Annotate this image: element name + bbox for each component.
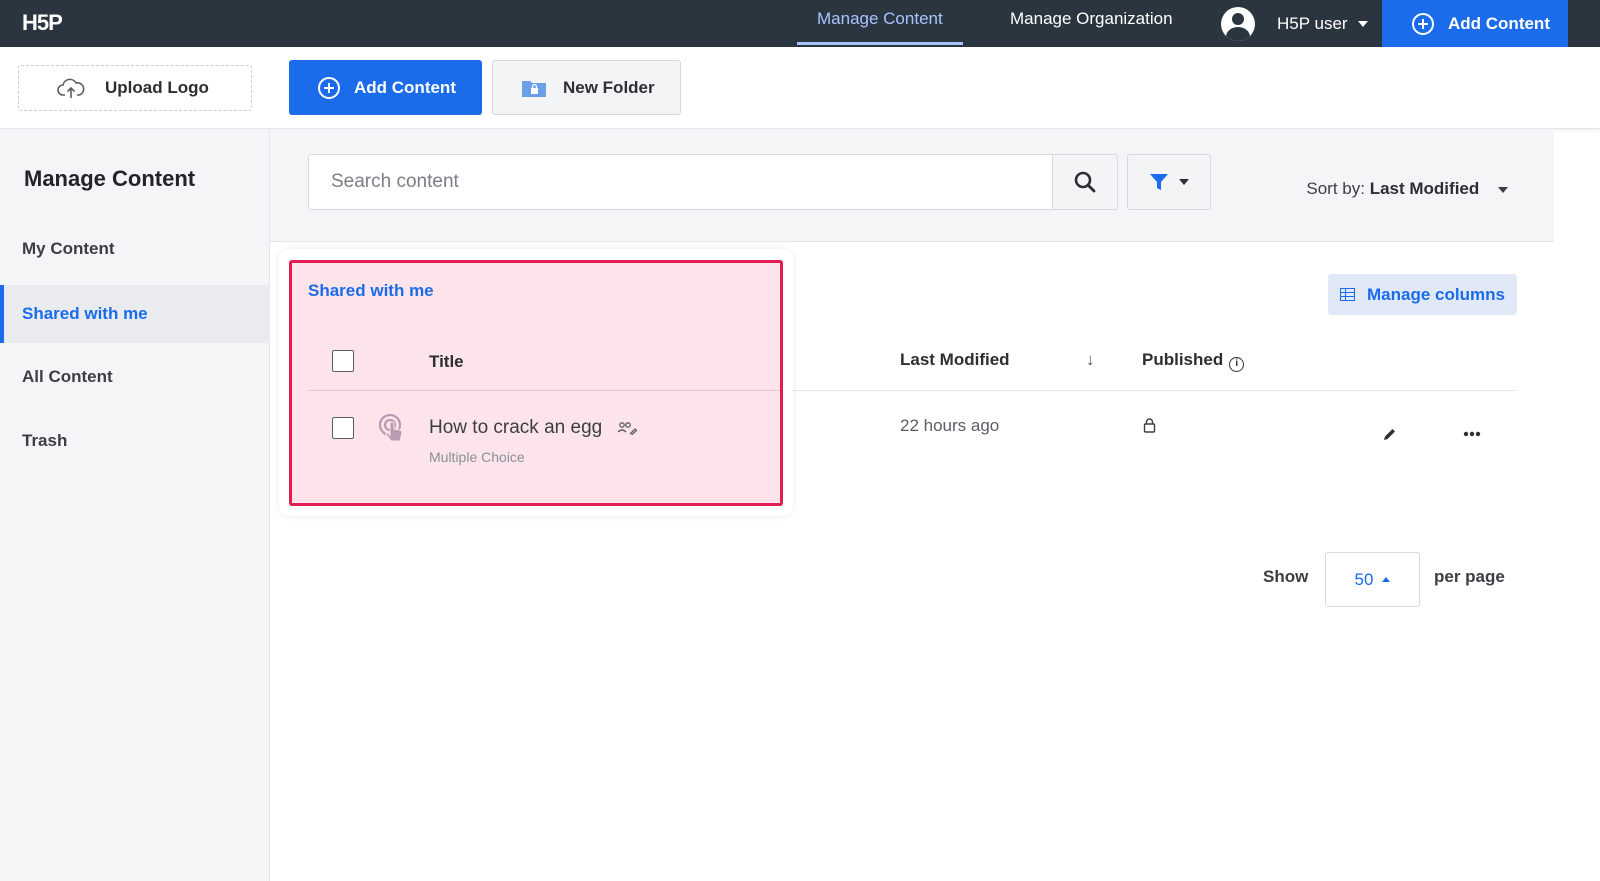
- sidebar-title: Manage Content: [24, 166, 196, 191]
- top-add-content-label: Add Content: [1448, 13, 1550, 33]
- chevron-up-icon: [1382, 577, 1391, 582]
- column-header-last-modified[interactable]: Last Modified: [900, 350, 1010, 370]
- popup-divider: [308, 390, 780, 391]
- filter-funnel-icon: [1150, 174, 1168, 190]
- chevron-down-icon: [1498, 186, 1508, 193]
- nav-manage-content[interactable]: Manage Content: [797, 0, 963, 47]
- show-label: Show: [1263, 567, 1309, 586]
- content-title-text: How to crack an egg: [429, 417, 603, 438]
- h5p-logo[interactable]: H5P: [22, 8, 63, 38]
- search-button[interactable]: [1052, 154, 1118, 210]
- search-input[interactable]: [308, 154, 1053, 210]
- new-folder-label: New Folder: [563, 77, 655, 97]
- more-options-icon[interactable]: [1463, 431, 1481, 437]
- chevron-down-icon: [1357, 20, 1368, 27]
- upload-logo-label: Upload Logo: [105, 78, 209, 97]
- column-header-published: Published i: [1142, 350, 1245, 372]
- folder-lock-icon: [522, 80, 546, 97]
- new-folder-button[interactable]: New Folder: [492, 60, 681, 115]
- sidebar-item-all-content[interactable]: All Content: [0, 348, 270, 406]
- sidebar-item-trash[interactable]: Trash: [0, 412, 270, 470]
- top-add-content-button[interactable]: Add Content: [1382, 0, 1568, 47]
- content-item-title[interactable]: How to crack an egg: [429, 417, 638, 439]
- select-all-checkbox[interactable]: [332, 350, 354, 372]
- sidebar-item-my-content[interactable]: My Content: [0, 220, 270, 278]
- sort-descending-arrow-icon[interactable]: ↓: [1086, 350, 1095, 370]
- plus-circle-icon: [1412, 12, 1434, 35]
- edit-pencil-icon[interactable]: [1382, 427, 1397, 442]
- content-toolbar: Upload Logo Add Content New Folder: [0, 47, 1600, 129]
- highlight-callout-card: Shared with me Title How to crack an egg…: [279, 249, 793, 516]
- per-page-label: per page: [1434, 567, 1505, 586]
- filter-button[interactable]: [1127, 154, 1211, 210]
- info-icon[interactable]: i: [1229, 357, 1245, 372]
- active-nav-underline: [797, 42, 963, 45]
- plus-circle-icon: [318, 76, 340, 99]
- manage-columns-label: Manage columns: [1367, 284, 1505, 304]
- nav-manage-organization[interactable]: Manage Organization: [1010, 0, 1173, 47]
- row-checkbox[interactable]: [332, 417, 354, 439]
- user-menu[interactable]: H5P user: [1221, 0, 1368, 47]
- chevron-down-icon: [1179, 179, 1189, 185]
- row-last-modified: 22 hours ago: [900, 416, 1000, 435]
- manage-columns-button[interactable]: Manage columns: [1328, 274, 1517, 315]
- cloud-upload-icon: [57, 78, 85, 98]
- column-header-title[interactable]: Title: [429, 352, 464, 372]
- search-icon: [1074, 171, 1096, 193]
- multiple-choice-touch-icon: [378, 413, 403, 442]
- sidebar: Manage Content My Content Shared with me…: [0, 129, 270, 881]
- sort-dropdown[interactable]: Sort by: Last Modified: [1306, 179, 1508, 199]
- user-name: H5P user: [1277, 13, 1348, 33]
- upload-logo-button[interactable]: Upload Logo: [18, 65, 252, 111]
- per-page-select[interactable]: 50: [1325, 552, 1420, 607]
- table-grid-icon: [1340, 288, 1355, 301]
- content-item-type: Multiple Choice: [429, 449, 525, 465]
- sidebar-item-shared-with-me[interactable]: Shared with me: [0, 285, 270, 343]
- published-label: Published: [1142, 350, 1224, 369]
- per-page-value: 50: [1354, 569, 1374, 589]
- search-panel: Sort by: Last Modified: [270, 129, 1554, 242]
- shared-users-icon: [618, 422, 638, 435]
- sort-value: Last Modified: [1369, 179, 1480, 198]
- nav-manage-content-label: Manage Content: [817, 9, 943, 28]
- highlight-box: Shared with me Title How to crack an egg…: [289, 260, 783, 506]
- lock-icon: [1143, 418, 1156, 433]
- sort-prefix: Sort by:: [1306, 179, 1365, 198]
- add-content-label: Add Content: [354, 77, 456, 97]
- user-avatar-icon: [1221, 6, 1255, 41]
- top-navigation-bar: H5P Manage Content Manage Organization H…: [0, 0, 1600, 47]
- add-content-button[interactable]: Add Content: [289, 60, 482, 115]
- popup-heading: Shared with me: [308, 281, 434, 300]
